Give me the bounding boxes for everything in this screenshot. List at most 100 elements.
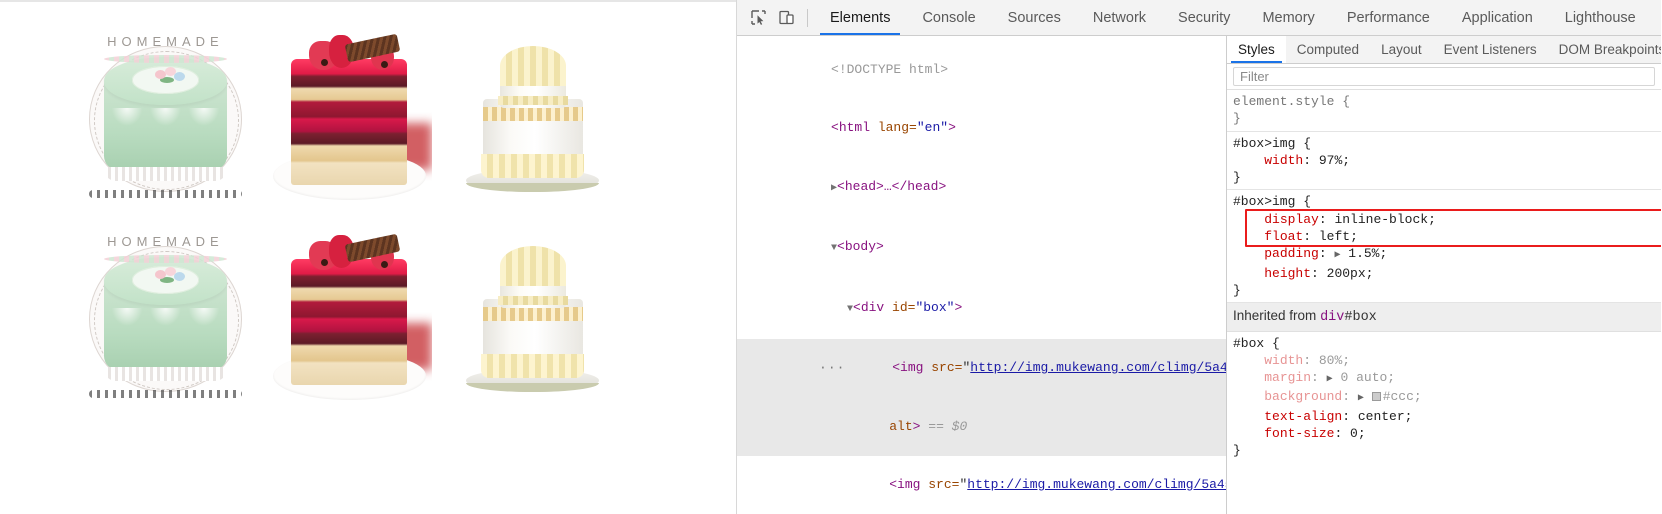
- rule-selector[interactable]: #box>img: [1233, 194, 1295, 209]
- cake-stand-ribbon: [466, 383, 600, 393]
- lower-tier-ruffle: [481, 153, 585, 178]
- devtools-panel: Elements Console Sources Network Securit…: [737, 0, 1661, 514]
- img-src-link-1[interactable]: http://img.mukewang.com/climg/5a45e49….j…: [970, 360, 1226, 375]
- plate-scallop-edge: [89, 389, 242, 398]
- rule-selector[interactable]: #box: [1233, 336, 1264, 351]
- css-prop-height[interactable]: height: [1264, 266, 1311, 281]
- cake-layers: [291, 262, 408, 385]
- dom-line-head[interactable]: ▶<head>…</head>: [737, 157, 1226, 218]
- rule-box-img-width[interactable]: #box>img { width: 97%; }: [1227, 132, 1661, 191]
- css-value-width[interactable]: 97%: [1319, 153, 1342, 168]
- cake-rose-blue: [173, 71, 185, 81]
- lower-tier-ruffle: [481, 353, 585, 378]
- rule-element-style[interactable]: element.style { }: [1227, 90, 1661, 132]
- tab-memory[interactable]: Memory: [1246, 0, 1330, 35]
- dom-line-html-open[interactable]: <html lang="en">: [737, 99, 1226, 158]
- inherited-source-id[interactable]: #box: [1344, 310, 1376, 325]
- inspect-element-icon[interactable]: [745, 5, 771, 31]
- css-prop-font-size[interactable]: font-size: [1264, 426, 1334, 441]
- css-value-width[interactable]: 80%: [1319, 353, 1342, 368]
- blackberry-2: [380, 260, 388, 268]
- dom-line-body-open[interactable]: ▼<body>: [737, 218, 1226, 279]
- cake-stand-ribbon: [466, 183, 600, 193]
- css-prop-width[interactable]: width: [1264, 153, 1303, 168]
- blackberry-2: [380, 60, 388, 68]
- plate-scallop-edge: [89, 189, 242, 198]
- css-prop-width[interactable]: width: [1264, 353, 1303, 368]
- homemade-caption: HOMEMADE: [107, 33, 224, 49]
- gallery-image-1[interactable]: HOMEMADE: [74, 12, 258, 212]
- css-prop-text-align[interactable]: text-align: [1264, 409, 1342, 424]
- inherited-from-header: Inherited from div#box: [1227, 303, 1661, 332]
- upper-tier-ruffle: [499, 246, 567, 287]
- dom-line-img-2[interactable]: <img src="http://img.mukewang.com/climg/…: [737, 456, 1226, 514]
- selected-node-marker: == $0: [928, 418, 968, 434]
- dom-line-img-1[interactable]: ··· <img src="http://img.mukewang.com/cl…: [737, 338, 1226, 397]
- cake-bead-border: [104, 366, 227, 382]
- tier-collar-piping: [497, 295, 568, 305]
- inherited-source-tag[interactable]: div: [1320, 310, 1344, 325]
- dom-line-img-1-cont[interactable]: alt> == $0: [737, 397, 1226, 456]
- mint-homemade-cake-image: HOMEMADE: [82, 20, 249, 204]
- css-prop-display[interactable]: display: [1264, 212, 1319, 227]
- overflow-dots[interactable]: ···: [819, 360, 845, 375]
- device-toolbar-icon[interactable]: [773, 5, 799, 31]
- lace-piping: [483, 106, 583, 122]
- gallery-image-4[interactable]: HOMEMADE: [74, 212, 258, 412]
- styles-filter-input[interactable]: [1233, 67, 1655, 86]
- viewport-top-edge: [0, 0, 736, 2]
- raspberry-layer-cake-image: [266, 20, 433, 204]
- gallery-image-5[interactable]: [257, 212, 441, 412]
- tab-layout[interactable]: Layout: [1370, 36, 1433, 63]
- css-prop-background[interactable]: background: [1264, 389, 1342, 404]
- gallery-image-3[interactable]: [441, 12, 625, 212]
- css-value-text-align[interactable]: center: [1358, 409, 1405, 424]
- tab-performance[interactable]: Performance: [1331, 0, 1446, 35]
- css-value-background[interactable]: #ccc: [1383, 389, 1414, 404]
- css-prop-float[interactable]: float: [1264, 229, 1303, 244]
- css-prop-margin[interactable]: margin: [1264, 370, 1311, 385]
- tab-styles[interactable]: Styles: [1227, 36, 1286, 63]
- white-tiered-cake-image: [449, 20, 616, 204]
- css-value-height[interactable]: 200px: [1327, 266, 1366, 281]
- tab-elements[interactable]: Elements: [814, 0, 906, 35]
- css-value-float[interactable]: left: [1319, 229, 1350, 244]
- cake-swag-decor: [108, 108, 222, 156]
- styles-sidebar-tabbar: Styles Computed Layout Event Listeners D…: [1227, 36, 1661, 64]
- rule-selector[interactable]: #box>img: [1233, 136, 1295, 151]
- color-swatch[interactable]: [1371, 392, 1381, 402]
- css-value-font-size[interactable]: 0: [1350, 426, 1358, 441]
- doctype-text: <!DOCTYPE html>: [831, 61, 949, 77]
- dom-tree-panel[interactable]: <!DOCTYPE html> <html lang="en"> ▶<head>…: [737, 36, 1227, 514]
- white-tiered-cake-image: [449, 220, 616, 404]
- tab-event-listeners[interactable]: Event Listeners: [1433, 36, 1548, 63]
- css-value-margin[interactable]: 0 auto: [1340, 370, 1387, 385]
- inherited-label: Inherited from: [1233, 308, 1317, 324]
- tab-network[interactable]: Network: [1077, 0, 1162, 35]
- cake-rose-blue: [173, 271, 185, 281]
- tab-dom-breakpoints[interactable]: DOM Breakpoints: [1548, 36, 1661, 63]
- tab-sources[interactable]: Sources: [992, 0, 1077, 35]
- dom-line-div-box-open[interactable]: ▼<div id="box">: [737, 278, 1226, 339]
- tab-application[interactable]: Application: [1446, 0, 1549, 35]
- styles-rules-list: element.style { } #box>img { width: 97%;…: [1227, 90, 1661, 514]
- rule-box-img-display-float[interactable]: #box>img { display: inline-block; float:…: [1227, 190, 1661, 304]
- tab-security[interactable]: Security: [1162, 0, 1246, 35]
- cake-bead-border: [104, 166, 227, 182]
- devtools-body: <!DOCTYPE html> <html lang="en"> ▶<head>…: [737, 36, 1661, 514]
- rule-selector[interactable]: element.style: [1233, 94, 1334, 109]
- css-value-padding[interactable]: 1.5%: [1348, 246, 1379, 261]
- blackberry-1: [320, 59, 328, 67]
- css-prop-padding[interactable]: padding: [1264, 246, 1319, 261]
- dom-line-doctype: <!DOCTYPE html>: [737, 40, 1226, 99]
- tab-computed[interactable]: Computed: [1286, 36, 1370, 63]
- raspberry-layer-cake-image: [266, 220, 433, 404]
- tab-console[interactable]: Console: [906, 0, 991, 35]
- tab-lighthouse[interactable]: Lighthouse: [1549, 0, 1652, 35]
- gallery-image-6[interactable]: [441, 212, 625, 412]
- gallery-image-2[interactable]: [257, 12, 441, 212]
- styles-sidebar: Styles Computed Layout Event Listeners D…: [1227, 36, 1661, 514]
- rule-box-inherited[interactable]: #box { width: 80%; margin: ▶ 0 auto; bac…: [1227, 332, 1661, 463]
- img-src-link-2[interactable]: http://img.mukewang.com/climg/5a45e53….j…: [967, 477, 1226, 492]
- css-value-display[interactable]: inline-block: [1334, 212, 1428, 227]
